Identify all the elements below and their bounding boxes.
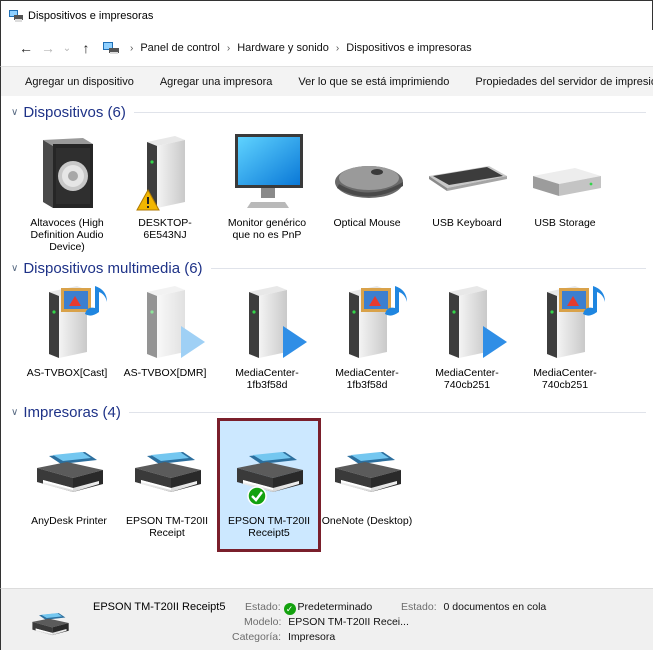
computer-tower-icon: [136, 132, 207, 211]
details-state-row: Estado: ✓ Predeterminado: [245, 601, 372, 615]
add-device-button[interactable]: Agregar un dispositivo: [25, 76, 134, 88]
device-monitor[interactable]: Monitor genérico que no es PnP: [219, 132, 315, 241]
device-mediacenter-1fb-renderer[interactable]: MediaCenter-1fb3f58d: [219, 282, 315, 391]
breadcrumb-separator-icon: ›: [130, 42, 134, 54]
breadcrumb-devices-printers[interactable]: Dispositivos e impresoras: [346, 42, 471, 54]
chevron-down-icon[interactable]: ∨: [11, 263, 18, 274]
media-server-icon: [25, 286, 107, 362]
back-arrow-icon[interactable]: ←: [15, 40, 37, 56]
address-bar: ← → ⌄ ↑ › Panel de control › Hardware y …: [0, 30, 653, 66]
title-bar: Dispositivos e impresoras: [0, 0, 653, 30]
printer-label: EPSON TM-T20II Receipt: [125, 515, 209, 539]
group-divider: [210, 268, 646, 269]
monitor-icon: [235, 134, 303, 208]
device-label: MediaCenter-1fb3f58d: [335, 367, 399, 391]
printer-icon: [325, 430, 409, 510]
device-mediacenter-740-server[interactable]: MediaCenter-740cb251: [517, 282, 613, 391]
chevron-down-icon[interactable]: ∨: [11, 407, 18, 418]
devices-printers-icon: [9, 9, 23, 22]
usb-storage-icon: [533, 168, 601, 196]
media-server-icon: [325, 286, 407, 362]
details-value: 0 documentos en cola: [443, 601, 547, 613]
group-title: Dispositivos (6): [23, 104, 126, 121]
device-as-tvbox-cast[interactable]: AS-TVBOX[Cast]: [19, 282, 115, 379]
device-desktop[interactable]: DESKTOP-6E543NJ: [117, 132, 213, 241]
device-label: MediaCenter-740cb251: [435, 367, 499, 391]
print-server-properties-button[interactable]: Propiedades del servidor de impresión: [475, 76, 653, 88]
printer-icon: [227, 430, 311, 506]
details-category-row: Categoría: Impresora: [232, 631, 335, 643]
breadcrumb-separator-icon: ›: [335, 42, 340, 54]
details-label: Modelo:: [244, 616, 282, 628]
device-label: Altavoces (High Definition Audio Device): [30, 217, 104, 253]
media-renderer-icon: [425, 282, 507, 358]
details-label: Categoría:: [232, 631, 282, 643]
device-mediacenter-740-renderer[interactable]: MediaCenter-740cb251: [419, 282, 515, 391]
group-title: Dispositivos multimedia (6): [23, 260, 203, 277]
details-model-row: Modelo: EPSON TM-T20II Recei...: [244, 616, 409, 628]
media-renderer-icon: [225, 282, 307, 358]
device-label: Monitor genérico que no es PnP: [227, 217, 307, 241]
window-title: Dispositivos e impresoras: [28, 9, 154, 22]
chevron-down-icon[interactable]: ∨: [11, 107, 18, 118]
group-header-devices[interactable]: ∨ Dispositivos (6): [11, 104, 646, 121]
breadcrumb-control-panel[interactable]: Panel de control: [140, 42, 220, 54]
breadcrumb-hardware-sound[interactable]: Hardware y sonido: [237, 42, 329, 54]
device-label: USB Keyboard: [432, 217, 502, 229]
details-value: Predeterminado: [297, 601, 373, 613]
default-check-icon: ✓: [283, 603, 296, 615]
details-label: Estado:: [245, 601, 281, 613]
device-mediacenter-1fb-server[interactable]: MediaCenter-1fb3f58d: [319, 282, 415, 391]
add-printer-button[interactable]: Agregar una impresora: [160, 76, 273, 88]
group-header-printers[interactable]: ∨ Impresoras (4): [11, 404, 646, 421]
device-usb-storage[interactable]: USB Storage: [517, 132, 613, 229]
printer-label: OneNote (Desktop): [321, 515, 413, 527]
printer-epson-receipt5[interactable]: EPSON TM-T20II Receipt5: [221, 430, 317, 539]
details-queue-row: Estado: 0 documentos en cola: [401, 601, 546, 613]
see-printing-button[interactable]: Ver lo que se está imprimiendo: [298, 76, 449, 88]
device-label: AS-TVBOX[Cast]: [26, 367, 108, 379]
device-mouse[interactable]: Optical Mouse: [319, 132, 415, 229]
details-pane: EPSON TM-T20II Receipt5 Estado: ✓ Predete…: [0, 588, 653, 650]
device-keyboard[interactable]: USB Keyboard: [419, 132, 515, 229]
recent-chevron-down-icon[interactable]: ⌄: [59, 43, 75, 54]
command-bar: Agregar un dispositivo Agregar una impre…: [0, 66, 653, 96]
device-label: USB Storage: [534, 217, 596, 229]
printer-icon: [27, 430, 111, 510]
device-as-tvbox-dmr[interactable]: AS-TVBOX[DMR]: [117, 282, 213, 379]
printer-anydesk[interactable]: AnyDesk Printer: [21, 430, 117, 527]
printer-label: AnyDesk Printer: [31, 515, 107, 527]
details-device-name: EPSON TM-T20II Receipt5: [93, 601, 226, 613]
group-header-multimedia[interactable]: ∨ Dispositivos multimedia (6): [11, 260, 646, 277]
details-value: Impresora: [287, 631, 336, 643]
device-speakers[interactable]: Altavoces (High Definition Audio Device): [19, 132, 115, 253]
breadcrumb-separator-icon: ›: [226, 42, 231, 54]
printer-icon: [125, 430, 209, 510]
device-label: AS-TVBOX[DMR]: [123, 367, 207, 379]
speaker-icon: [43, 138, 93, 208]
device-label: MediaCenter-740cb251: [533, 367, 597, 391]
group-divider: [128, 412, 646, 413]
group-title: Impresoras (4): [23, 404, 121, 421]
group-divider: [133, 112, 646, 113]
control-panel-icon: [103, 42, 119, 54]
mouse-icon: [335, 166, 403, 198]
device-label: Optical Mouse: [333, 217, 401, 229]
printer-icon: [25, 601, 75, 645]
forward-arrow-icon[interactable]: →: [37, 40, 59, 56]
details-value: EPSON TM-T20II Recei...: [288, 616, 409, 628]
device-view: ∨ Dispositivos (6) Altavoces (High Defin…: [0, 96, 653, 588]
details-label: Estado:: [401, 601, 437, 613]
keyboard-icon: [429, 166, 507, 191]
printer-epson-receipt[interactable]: EPSON TM-T20II Receipt: [119, 430, 215, 539]
up-arrow-icon[interactable]: ↑: [75, 40, 97, 56]
printer-onenote[interactable]: OneNote (Desktop): [319, 430, 415, 527]
media-server-icon: [523, 286, 605, 362]
device-label: DESKTOP-6E543NJ: [138, 217, 192, 241]
media-renderer-icon: [123, 282, 205, 358]
device-label: MediaCenter-1fb3f58d: [235, 367, 299, 391]
printer-label: EPSON TM-T20II Receipt5: [227, 515, 311, 539]
